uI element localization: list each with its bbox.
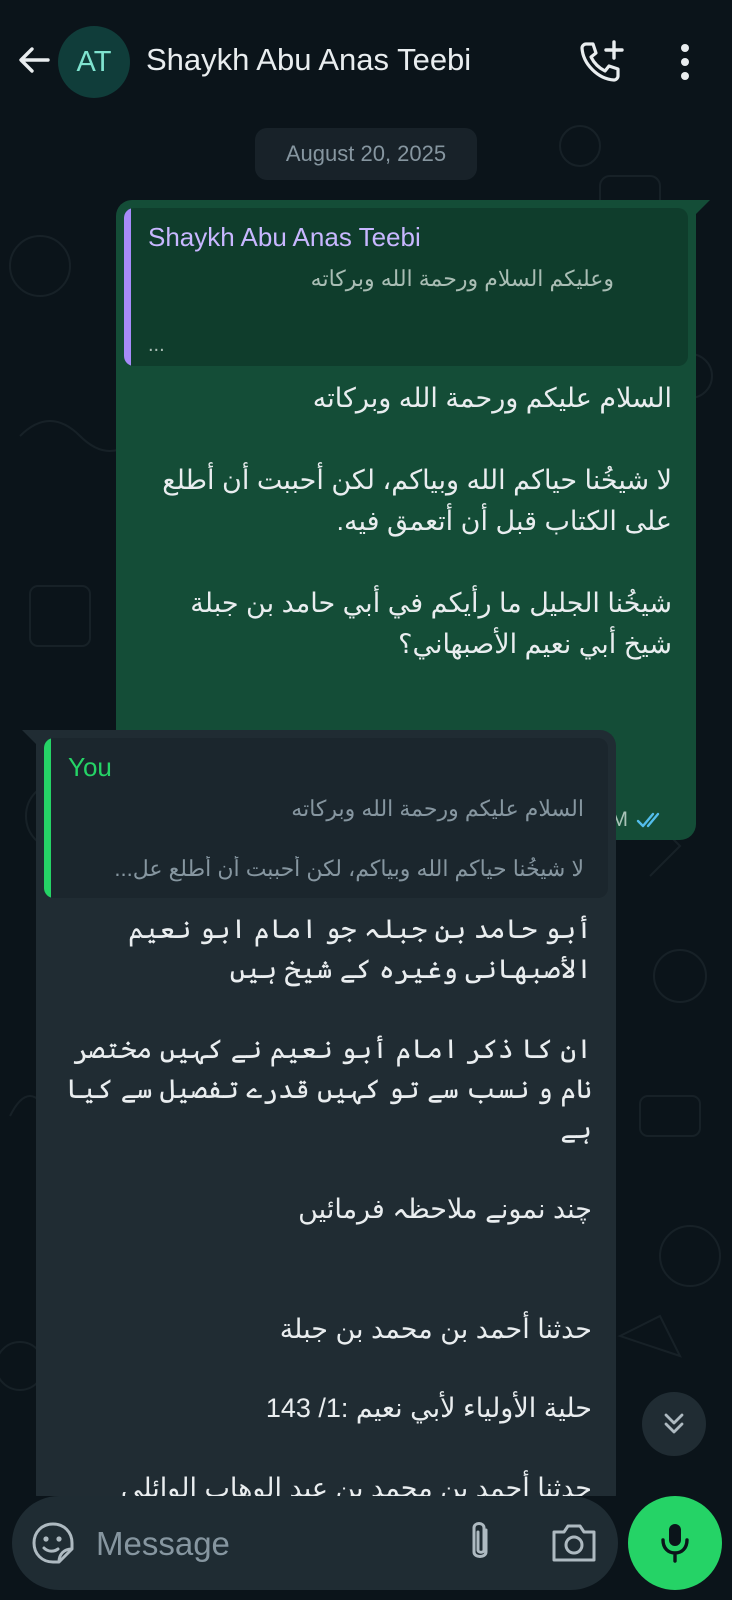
voice-message-button[interactable] [628, 1496, 722, 1590]
message-text: أبو حامد بن جبلہ جو امام ابو نعیم الأصبه… [65, 914, 592, 1496]
quoted-reply[interactable]: Shaykh Abu Anas Teebi وعليكم السلام ورحم… [124, 208, 688, 366]
quote-text: وعليكم السلام ورحمة الله وبركاته [310, 266, 614, 291]
quote-text: السلام عليكم ورحمة الله وبركاته [291, 796, 584, 821]
quoted-reply[interactable]: You السلام عليكم ورحمة الله وبركاته لا ش… [44, 738, 608, 898]
bubble-tail [694, 200, 710, 216]
double-chevron-down-icon [664, 1413, 684, 1434]
date-chip: August 20, 2025 [255, 128, 477, 180]
bubble-tail [22, 730, 38, 746]
chat-area[interactable]: August 20, 2025 Shaykh Abu Anas Teebi وع… [0, 116, 732, 1496]
more-options-icon[interactable] [670, 40, 700, 84]
message-composer [12, 1496, 618, 1590]
camera-icon[interactable] [550, 1520, 598, 1564]
quote-sender: You [68, 752, 112, 782]
message-input[interactable] [94, 1522, 398, 1566]
attach-icon[interactable] [462, 1518, 498, 1566]
sticker-emoji-icon[interactable] [30, 1520, 76, 1566]
chat-header: AT Shaykh Abu Anas Teebi [0, 0, 732, 116]
avatar[interactable]: AT [58, 26, 130, 98]
incoming-message-bubble[interactable]: You السلام عليكم ورحمة الله وبركاته لا ش… [22, 730, 616, 1496]
back-arrow-icon[interactable] [14, 40, 54, 80]
scroll-to-bottom-button[interactable] [642, 1392, 706, 1456]
read-ticks-icon [636, 812, 660, 828]
message-text: السلام عليكم ورحمة الله وبركاته لا شيخُن… [162, 383, 672, 660]
quote-sender: Shaykh Abu Anas Teebi [148, 222, 421, 252]
quote-more: ... [148, 334, 165, 356]
quote-bar [44, 738, 51, 898]
quote-text-second: لا شيخُنا حياكم الله وبياكم، لكن أحببت أ… [114, 856, 584, 881]
microphone-icon [661, 1524, 689, 1563]
add-call-icon[interactable] [578, 38, 628, 84]
quote-bar [124, 208, 131, 366]
contact-name[interactable]: Shaykh Abu Anas Teebi [146, 42, 471, 78]
